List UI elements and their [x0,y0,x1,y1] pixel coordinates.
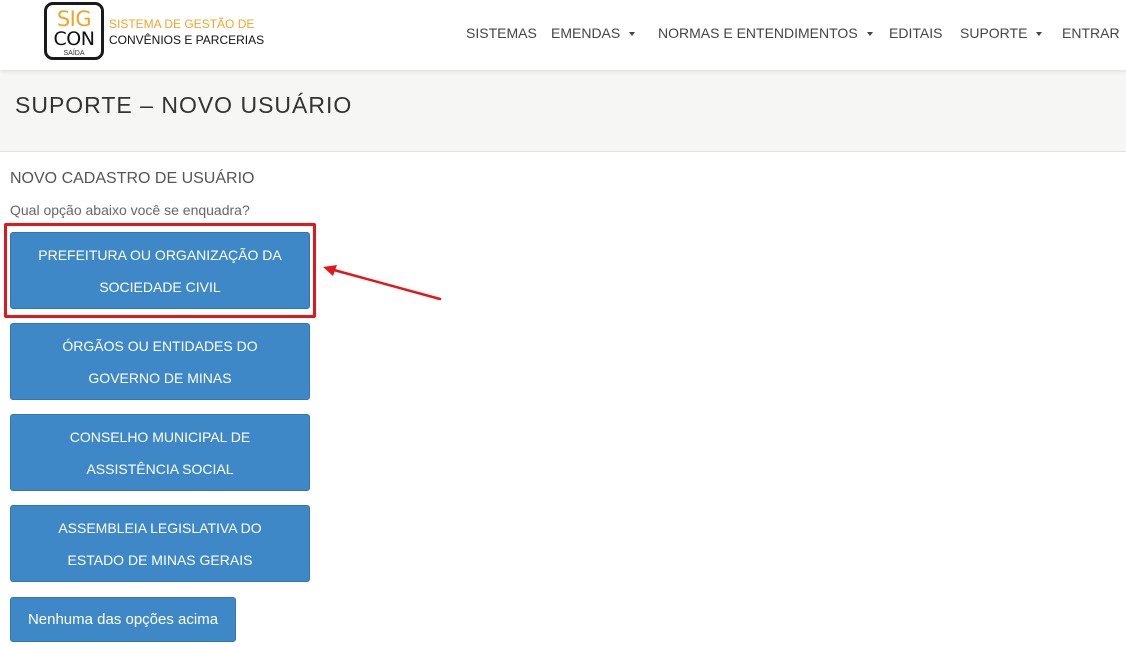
nav-item-sistemas[interactable]: SISTEMAS [466,24,537,44]
nav-item-suporte[interactable]: SUPORTE [960,24,1043,44]
logo-tagline-2: CONVÊNIOS E PARCERIAS [109,33,265,47]
caret-down-icon [629,32,636,37]
option-label-line2: ESTADO DE MINAS GERAIS [67,552,253,568]
nav-item-label: SUPORTE [960,25,1028,41]
page-title-band: SUPORTE – NOVO USUÁRIO [0,70,1126,152]
site-header: SIG CON SAÍDA SISTEMA DE GESTÃO DE CONVÊ… [0,0,1126,70]
option-label-line2: GOVERNO DE MINAS [88,370,232,386]
logo-badge: SIG CON SAÍDA [44,2,104,60]
option-prefeitura-button[interactable]: PREFEITURA OU ORGANIZAÇÃO DA SOCIEDADE C… [10,232,310,309]
none-option-button[interactable]: Nenhuma das opções acima [10,597,236,642]
caret-down-icon [866,32,873,37]
caret-down-icon [1036,32,1043,37]
nav-item-editais[interactable]: EDITAIS [889,24,942,44]
nav-item-entrar[interactable]: ENTRAR [1062,24,1120,44]
logo-tagline-1: SISTEMA DE GESTÃO DE [109,17,255,31]
nav-item-emendas[interactable]: EMENDAS [551,24,636,44]
option-conselho-button[interactable]: CONSELHO MUNICIPAL DE ASSISTÊNCIA SOCIAL [10,414,310,491]
nav-item-label: EMENDAS [551,25,621,41]
option-label-line1: ÓRGÃOS OU ENTIDADES DO [62,338,258,354]
option-label-line1: ASSEMBLEIA LEGISLATIVA DO [58,520,262,536]
page-title: SUPORTE – NOVO USUÁRIO [15,92,353,118]
logo-con-text: CON [53,28,95,50]
nav-item-label: ENTRAR [1062,25,1120,41]
nav-item-label: SISTEMAS [466,25,537,41]
logo-sig-text: SIG [56,7,92,31]
nav-item-label: NORMAS E ENTENDIMENTOS [658,25,858,41]
option-label-line1: PREFEITURA OU ORGANIZAÇÃO DA [38,247,282,263]
nav-item-normas[interactable]: NORMAS E ENTENDIMENTOS [658,24,873,44]
option-label-line1: CONSELHO MUNICIPAL DE [69,429,251,445]
section-title: NOVO CADASTRO DE USUÁRIO [10,170,255,187]
option-label-line2: SOCIEDADE CIVIL [99,279,221,295]
option-orgaos-button[interactable]: ÓRGÃOS OU ENTIDADES DO GOVERNO DE MINAS [10,323,310,400]
option-assembleia-button[interactable]: ASSEMBLEIA LEGISLATIVA DO ESTADO DE MINA… [10,505,310,582]
nav-item-label: EDITAIS [889,25,943,41]
logo-saida-text: SAÍDA [63,50,85,57]
annotation-arrow-icon [323,265,442,301]
sigcon-logo[interactable]: SIG CON SAÍDA SISTEMA DE GESTÃO DE CONVÊ… [44,2,264,62]
option-label-line2: ASSISTÊNCIA SOCIAL [86,461,234,477]
question-text: Qual opção abaixo você se enquadra? [10,202,250,218]
